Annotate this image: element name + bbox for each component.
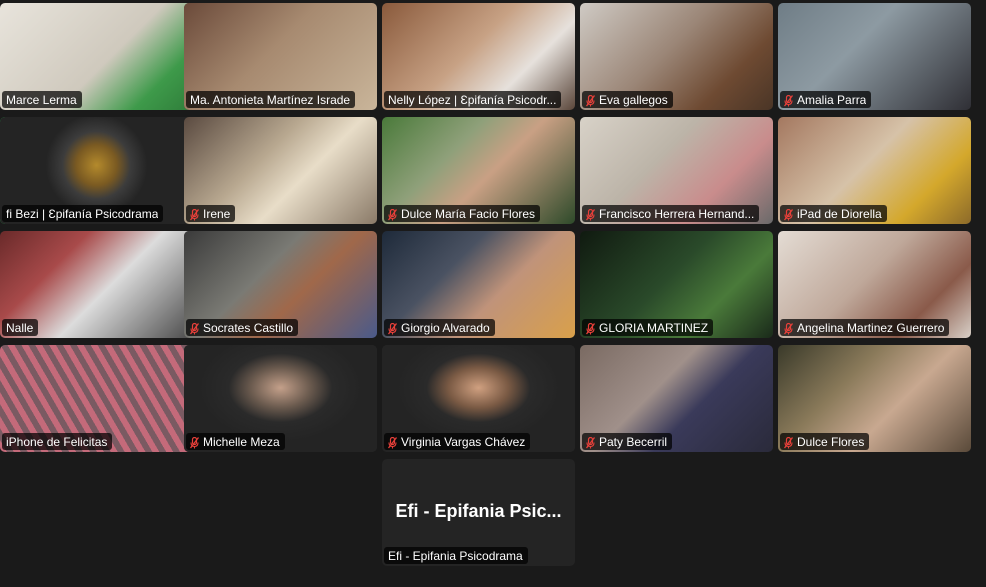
participant-nametag: Virginia Vargas Chávez: [384, 433, 531, 450]
participant-nametag: Giorgio Alvarado: [384, 319, 495, 336]
participant-tile[interactable]: Virginia Vargas Chávez: [382, 345, 575, 452]
muted-mic-icon: [585, 208, 596, 220]
muted-mic-icon: [189, 322, 200, 334]
participant-tile[interactable]: Angelina Martinez Guerrero: [778, 231, 971, 338]
participant-name: Marce Lerma: [6, 92, 77, 107]
muted-mic-icon: [783, 322, 794, 334]
participant-tile[interactable]: Dulce Flores: [778, 345, 971, 452]
participant-name: Francisco Herrera Hernand...: [599, 206, 755, 221]
participant-tile-host[interactable]: Efi - Epifania Psic... Efi - Epifania Ps…: [382, 459, 575, 566]
participant-name: Michelle Meza: [203, 434, 280, 449]
participant-tile[interactable]: Dulce María Facio Flores: [382, 117, 575, 224]
participant-name: Dulce María Facio Flores: [401, 206, 536, 221]
participant-name: Socrates Castillo: [203, 320, 294, 335]
participant-nametag: iPad de Diorella: [780, 205, 887, 222]
participant-name: Paty Becerril: [599, 434, 668, 449]
participant-name: iPad de Diorella: [797, 206, 882, 221]
participant-name: Angelina Martinez Guerrero: [797, 320, 945, 335]
participant-name: Dulce Flores: [797, 434, 865, 449]
muted-mic-icon: [783, 436, 794, 448]
muted-mic-icon: [783, 94, 794, 106]
participant-tile[interactable]: Michelle Meza: [184, 345, 377, 452]
muted-mic-icon: [387, 436, 398, 448]
participant-nametag: Amalia Parra: [780, 91, 872, 108]
muted-mic-icon: [585, 436, 596, 448]
participant-tile[interactable]: Nalle: [0, 231, 193, 338]
participant-name: GLORIA MARTINEZ: [599, 320, 709, 335]
muted-mic-icon: [387, 208, 398, 220]
participant-tile[interactable]: Eva gallegos: [580, 3, 773, 110]
participant-name: Virginia Vargas Chávez: [401, 434, 526, 449]
participant-tile[interactable]: Irene: [184, 117, 377, 224]
participant-tile[interactable]: Paty Becerril: [580, 345, 773, 452]
participant-tile[interactable]: Ma. Antonieta Martínez Israde: [184, 3, 377, 110]
participant-nametag: Francisco Herrera Hernand...: [582, 205, 760, 222]
participant-tile[interactable]: iPhone de Felicitas: [0, 345, 193, 452]
participant-nametag: Paty Becerril: [582, 433, 673, 450]
participant-nametag: Efi - Epifania Psicodrama: [384, 547, 528, 564]
participant-nametag: GLORIA MARTINEZ: [582, 319, 714, 336]
participant-tile[interactable]: fi Bezi | Ɛpifanía Psicodrama: [0, 117, 193, 224]
participant-nametag: Angelina Martinez Guerrero: [780, 319, 950, 336]
participant-nametag: Ma. Antonieta Martínez Israde: [186, 91, 356, 108]
participant-tile[interactable]: GLORIA MARTINEZ: [580, 231, 773, 338]
participant-tile[interactable]: Marce Lerma: [0, 3, 193, 110]
participant-nametag: Irene: [186, 205, 236, 222]
participant-name: fi Bezi | Ɛpifanía Psicodrama: [6, 206, 159, 221]
muted-mic-icon: [585, 322, 596, 334]
participant-name: Amalia Parra: [797, 92, 867, 107]
participant-nametag: Nalle: [2, 319, 39, 336]
participant-name: Giorgio Alvarado: [401, 320, 490, 335]
participant-tile[interactable]: Giorgio Alvarado: [382, 231, 575, 338]
participant-nametag: Dulce María Facio Flores: [384, 205, 541, 222]
participant-name: Eva gallegos: [599, 92, 668, 107]
participant-nametag: iPhone de Felicitas: [2, 433, 113, 450]
participant-nametag: Eva gallegos: [582, 91, 673, 108]
muted-mic-icon: [189, 208, 200, 220]
participant-tile[interactable]: iPad de Diorella: [778, 117, 971, 224]
muted-mic-icon: [387, 322, 398, 334]
participant-name: Efi - Epifania Psicodrama: [388, 548, 523, 563]
participant-nametag: Michelle Meza: [186, 433, 285, 450]
participant-tile[interactable]: Francisco Herrera Hernand...: [580, 117, 773, 224]
participant-nametag: Nelly López | Ɛpifanía Psicodr...: [384, 91, 562, 108]
muted-mic-icon: [585, 94, 596, 106]
muted-mic-icon: [783, 208, 794, 220]
participant-name: Irene: [203, 206, 231, 221]
participant-name: Nelly López | Ɛpifanía Psicodr...: [388, 92, 557, 107]
participant-nametag: Socrates Castillo: [186, 319, 299, 336]
participant-name: Ma. Antonieta Martínez Israde: [190, 92, 351, 107]
participant-nametag: Marce Lerma: [2, 91, 82, 108]
participant-tile[interactable]: Nelly López | Ɛpifanía Psicodr...: [382, 3, 575, 110]
participant-name: Nalle: [6, 320, 34, 335]
muted-mic-icon: [189, 436, 200, 448]
participant-nametag: fi Bezi | Ɛpifanía Psicodrama: [2, 205, 164, 222]
participant-tile[interactable]: Socrates Castillo: [184, 231, 377, 338]
participant-name: iPhone de Felicitas: [6, 434, 108, 449]
participant-tile[interactable]: Amalia Parra: [778, 3, 971, 110]
participant-display-name: Efi - Epifania Psic...: [395, 501, 562, 521]
participant-nametag: Dulce Flores: [780, 433, 870, 450]
